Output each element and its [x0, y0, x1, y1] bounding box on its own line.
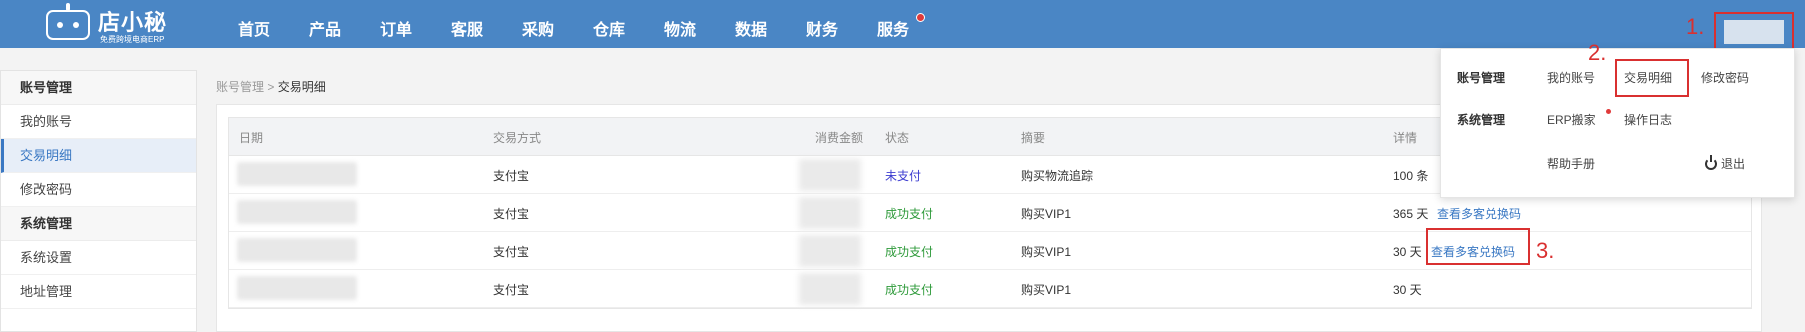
- cell-status: 成功支付: [885, 283, 934, 297]
- cell-status: 成功支付: [885, 207, 934, 221]
- col-status: 状态: [885, 131, 910, 145]
- erp-move-dot: [1606, 109, 1611, 114]
- cell-detail: 365 天: [1393, 207, 1429, 221]
- cell-method: 支付宝: [493, 169, 530, 183]
- sidebar-item-transactions[interactable]: 交易明细: [1, 139, 196, 173]
- annotation-2: 2.: [1588, 40, 1607, 65]
- dropdown-operation-log[interactable]: 操作日志: [1624, 111, 1672, 128]
- account-dropdown-menu: 账号管理 我的账号 交易明细 修改密码 系统管理 ERP搬家 操作日志 帮助手册…: [1440, 48, 1795, 198]
- notification-dot: [916, 13, 925, 22]
- logo-tagline: 免费跨境电商ERP: [100, 35, 165, 44]
- cell-method: 支付宝: [493, 283, 530, 297]
- sidebar-group-account: 账号管理: [1, 71, 196, 105]
- sidebar-group-system: 系统管理: [1, 207, 196, 241]
- date-redacted: [237, 162, 357, 186]
- table-row: 支付宝 成功支付 购买VIP1 365 天 查看多客兑换码: [229, 194, 1751, 232]
- col-date: 日期: [239, 131, 264, 145]
- annotation-3: 3.: [1536, 238, 1555, 263]
- date-redacted: [237, 276, 357, 300]
- logout-label: 退出: [1721, 157, 1746, 171]
- table-row: 支付宝 成功支付 购买VIP1 30 天: [229, 270, 1751, 308]
- date-redacted: [237, 200, 357, 224]
- nav-finance[interactable]: 财务: [806, 16, 838, 40]
- sidebar-item-change-password[interactable]: 修改密码: [1, 173, 196, 207]
- power-icon: [1705, 155, 1717, 170]
- dropdown-change-password[interactable]: 修改密码: [1701, 69, 1749, 86]
- redeem-code-link[interactable]: 查看多客兑换码: [1437, 205, 1521, 222]
- nav-home[interactable]: 首页: [238, 16, 270, 40]
- cell-summary: 购买VIP1: [1021, 245, 1072, 259]
- nav-logistics[interactable]: 物流: [664, 16, 696, 40]
- dropdown-transactions[interactable]: 交易明细: [1624, 69, 1672, 86]
- sidebar: 账号管理 我的账号 交易明细 修改密码 系统管理 系统设置 地址管理: [0, 70, 197, 332]
- col-amount: 消费金额: [815, 131, 864, 145]
- amount-redacted: [799, 159, 861, 191]
- breadcrumb-current: 交易明细: [277, 80, 326, 94]
- avatar: [1724, 20, 1784, 44]
- amount-redacted: [799, 197, 861, 229]
- amount-redacted: [799, 235, 861, 267]
- cell-detail: 30 天: [1393, 283, 1422, 297]
- col-summary: 摘要: [1021, 131, 1046, 145]
- breadcrumb: 账号管理 > 交易明细: [216, 78, 326, 95]
- dropdown-logout[interactable]: 退出: [1705, 155, 1745, 172]
- cell-status: 未支付: [885, 169, 922, 183]
- cell-summary: 购买VIP1: [1021, 207, 1072, 221]
- col-method: 交易方式: [493, 131, 542, 145]
- nav-data[interactable]: 数据: [735, 16, 767, 40]
- dropdown-head-system: 系统管理: [1457, 113, 1506, 127]
- user-avatar-button[interactable]: [1714, 12, 1794, 50]
- robot-logo-icon: [46, 3, 90, 40]
- breadcrumb-separator: >: [267, 80, 275, 94]
- breadcrumb-parent[interactable]: 账号管理: [216, 80, 264, 94]
- top-navbar: 店小秘 免费跨境电商ERP 首页 产品 订单 客服 采购 仓库 物流 数据 财务…: [0, 0, 1805, 50]
- nav-purchase[interactable]: 采购: [522, 16, 554, 40]
- cell-method: 支付宝: [493, 207, 530, 221]
- dropdown-head-account: 账号管理: [1457, 71, 1506, 85]
- date-redacted: [237, 238, 357, 262]
- cell-summary: 购买VIP1: [1021, 283, 1072, 297]
- nav-products[interactable]: 产品: [309, 16, 341, 40]
- nav-warehouse[interactable]: 仓库: [593, 16, 625, 40]
- dropdown-my-account[interactable]: 我的账号: [1547, 69, 1595, 86]
- sidebar-item-address[interactable]: 地址管理: [1, 275, 196, 309]
- cell-summary: 购买物流追踪: [1021, 169, 1094, 183]
- cell-detail: 30 天: [1393, 245, 1422, 259]
- logo-name: 店小秘: [98, 10, 168, 35]
- annotation-frame-3: [1426, 228, 1530, 265]
- nav-customer-service[interactable]: 客服: [451, 16, 483, 40]
- logo[interactable]: 店小秘 免费跨境电商ERP: [46, 3, 196, 44]
- annotation-1: 1.: [1686, 14, 1705, 39]
- cell-detail: 100 条: [1393, 169, 1429, 183]
- nav-services[interactable]: 服务: [877, 16, 909, 40]
- amount-redacted: [799, 273, 861, 305]
- dropdown-help[interactable]: 帮助手册: [1547, 155, 1595, 172]
- dropdown-erp-move[interactable]: ERP搬家: [1547, 111, 1596, 128]
- cell-status: 成功支付: [885, 245, 934, 259]
- sidebar-item-my-account[interactable]: 我的账号: [1, 105, 196, 139]
- cell-method: 支付宝: [493, 245, 530, 259]
- col-detail: 详情: [1393, 131, 1418, 145]
- nav-orders[interactable]: 订单: [380, 16, 412, 40]
- sidebar-item-system-settings[interactable]: 系统设置: [1, 241, 196, 275]
